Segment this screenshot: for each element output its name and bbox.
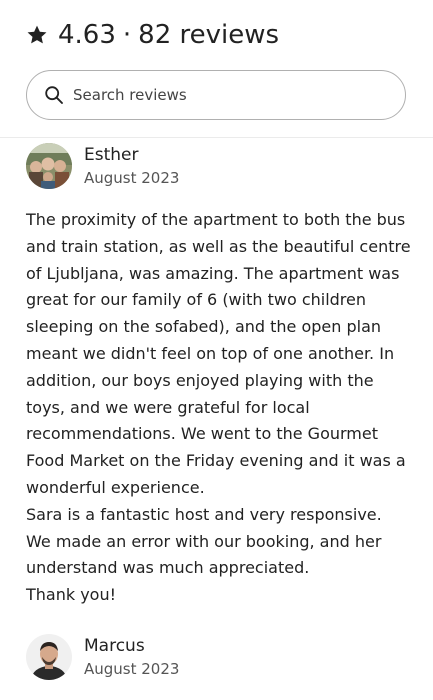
rating-value: 4.63 [58, 20, 116, 50]
avatar[interactable] [26, 634, 72, 680]
review-card: Marcus August 2023 [26, 634, 416, 680]
rating-summary: 4.63 · 82 reviews [26, 18, 279, 52]
reviewer-info: Marcus August 2023 [84, 635, 179, 680]
reviewer-info: Esther August 2023 [84, 144, 179, 189]
review-card: Esther August 2023 The proximity of the … [26, 143, 416, 609]
avatar[interactable] [26, 143, 72, 189]
review-date: August 2023 [84, 168, 180, 187]
review-text: The proximity of the apartment to both t… [26, 207, 411, 609]
search-icon [44, 85, 64, 105]
review-paragraph: Sara is a fantastic host and very respon… [26, 504, 382, 578]
rating-separator: · [122, 20, 132, 50]
star-icon [26, 24, 48, 46]
review-header: Esther August 2023 [26, 143, 416, 189]
review-paragraph: The proximity of the apartment to both t… [26, 210, 411, 497]
reviewer-name: Esther [84, 144, 139, 165]
reviewer-name: Marcus [84, 635, 145, 656]
search-reviews-input[interactable] [73, 86, 373, 104]
review-paragraph: Thank you! [26, 585, 117, 605]
review-count: 82 reviews [138, 20, 280, 50]
review-header: Marcus August 2023 [26, 634, 416, 680]
reviews-header: 4.63 · 82 reviews [0, 0, 433, 138]
review-date: August 2023 [84, 659, 180, 678]
search-reviews-box[interactable] [26, 70, 406, 120]
